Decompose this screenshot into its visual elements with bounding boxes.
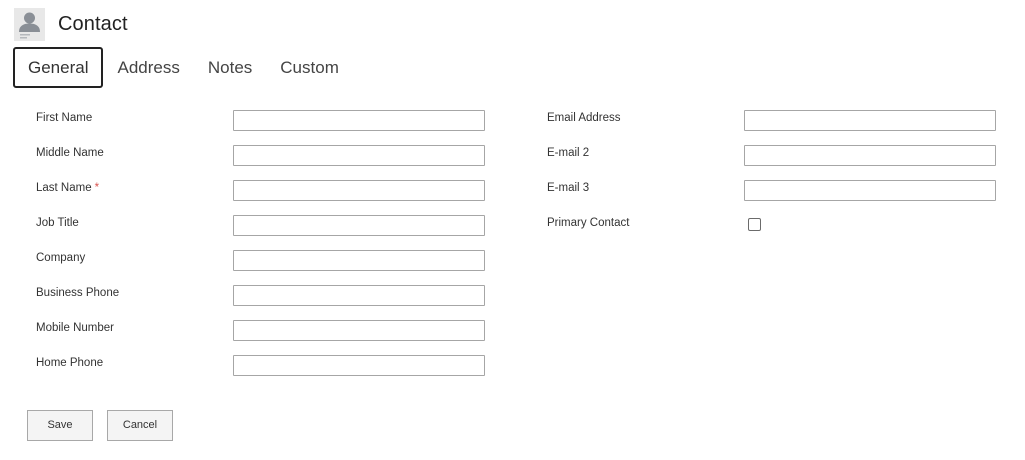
tab-custom[interactable]: Custom (266, 48, 353, 87)
middle-name-field[interactable] (233, 145, 485, 166)
form-actions: Save Cancel (27, 410, 187, 441)
tab-address[interactable]: Address (103, 48, 193, 87)
email-address-label: Email Address (547, 112, 621, 124)
company-field[interactable] (233, 250, 485, 271)
contact-person-icon (14, 7, 45, 41)
email-2-label: E-mail 2 (547, 147, 590, 159)
email-3-field[interactable] (744, 180, 996, 201)
primary-contact-checkbox[interactable] (748, 218, 761, 231)
cancel-button[interactable]: Cancel (107, 410, 173, 441)
tab-bar: General Address Notes Custom (13, 47, 353, 88)
mobile-number-field[interactable] (233, 320, 485, 341)
first-name-field[interactable] (233, 110, 485, 131)
primary-contact-label: Primary Contact (547, 217, 630, 229)
email-address-field[interactable] (744, 110, 996, 131)
page-header: Contact (14, 6, 128, 42)
business-phone-label: Business Phone (36, 287, 120, 299)
required-indicator: * (94, 182, 100, 194)
save-button[interactable]: Save (27, 410, 93, 441)
home-phone-label: Home Phone (36, 357, 104, 369)
job-title-field[interactable] (233, 215, 485, 236)
company-label: Company (36, 252, 86, 264)
tab-notes[interactable]: Notes (194, 48, 266, 87)
business-phone-field[interactable] (233, 285, 485, 306)
mobile-number-label: Mobile Number (36, 322, 114, 334)
tab-general[interactable]: General (13, 47, 104, 88)
first-name-label: First Name (36, 112, 93, 124)
last-name-label: Last Name (36, 182, 92, 194)
email-3-label: E-mail 3 (547, 182, 590, 194)
home-phone-field[interactable] (233, 355, 485, 376)
middle-name-label: Middle Name (36, 147, 104, 159)
job-title-label: Job Title (36, 217, 79, 229)
page-title: Contact (58, 12, 128, 35)
last-name-field[interactable] (233, 180, 485, 201)
last-name-label-wrap: Last Name * (36, 180, 99, 196)
email-2-field[interactable] (744, 145, 996, 166)
